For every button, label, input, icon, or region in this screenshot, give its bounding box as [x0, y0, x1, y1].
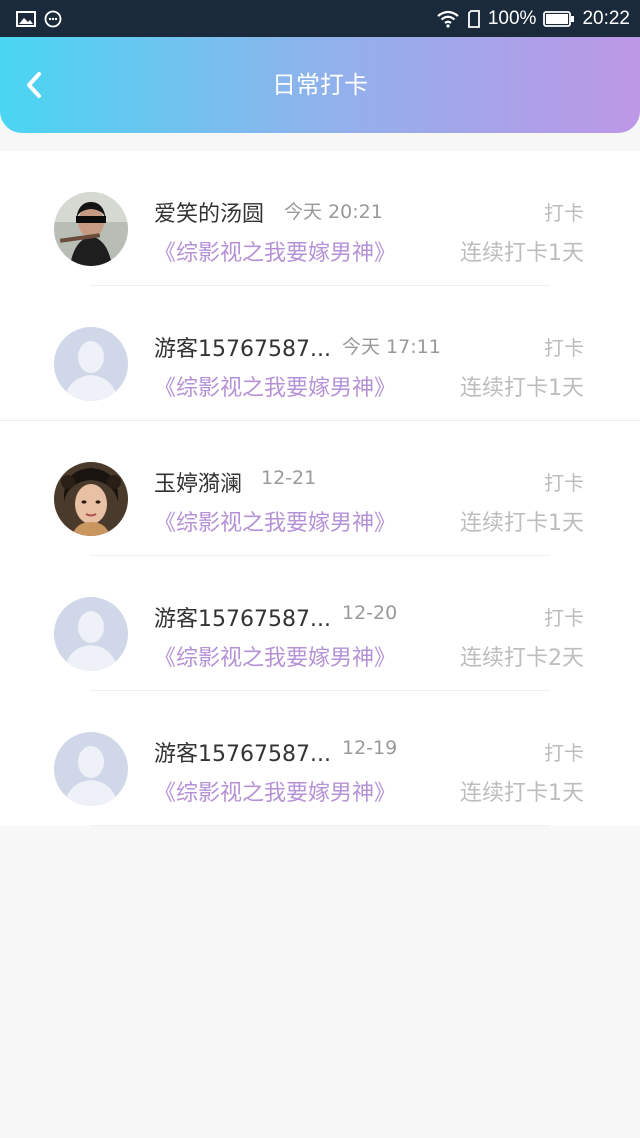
user-name: 游客15767587...: [154, 337, 331, 362]
chevron-left-icon: [27, 72, 41, 98]
battery-icon: [543, 10, 575, 27]
book-title-link[interactable]: 《综影视之我要嫁男神》: [154, 640, 396, 672]
user-name: 爱笑的汤圆: [154, 202, 265, 227]
checkin-time: 12-20: [342, 602, 398, 624]
streak-count: 连续打卡1天: [460, 781, 584, 806]
user-name: 游客15767587...: [154, 742, 331, 767]
user-name: 游客15767587...: [154, 607, 331, 632]
book-title-link[interactable]: 《综影视之我要嫁男神》: [154, 775, 396, 807]
streak-count: 连续打卡2天: [460, 646, 584, 671]
divider: [90, 825, 550, 826]
avatar[interactable]: [54, 462, 128, 536]
list-item[interactable]: 玉婷漪澜 12-21 《综影视之我要嫁男神》 打卡 连续打卡1天: [0, 421, 640, 556]
checkin-time: 今天 17:11: [342, 336, 441, 358]
checkin-tag: 打卡: [544, 606, 584, 630]
streak-count: 连续打卡1天: [460, 511, 584, 536]
book-title-link[interactable]: 《综影视之我要嫁男神》: [154, 505, 396, 537]
list-item[interactable]: 游客15767587... 今天 17:11 《综影视之我要嫁男神》 打卡 连续…: [0, 286, 640, 421]
checkin-time: 12-19: [342, 737, 398, 759]
list-item[interactable]: 爱笑的汤圆 今天 20:21 《综影视之我要嫁男神》 打卡 连续打卡1天: [0, 151, 640, 286]
back-button[interactable]: [18, 67, 50, 103]
book-title-link[interactable]: 《综影视之我要嫁男神》: [154, 235, 396, 267]
checkin-time: 今天 20:21: [284, 201, 383, 223]
battery-percent: 100%: [487, 7, 537, 29]
image-icon: [16, 10, 36, 27]
checkin-list: 爱笑的汤圆 今天 20:21 《综影视之我要嫁男神》 打卡 连续打卡1天 游客1…: [0, 151, 640, 826]
status-bar: 100% 20:22: [0, 0, 640, 37]
chat-icon: [44, 10, 62, 28]
checkin-tag: 打卡: [544, 741, 584, 765]
page-title: 日常打卡: [272, 71, 368, 99]
default-avatar[interactable]: [54, 732, 128, 806]
checkin-tag: 打卡: [544, 471, 584, 495]
list-item[interactable]: 游客15767587... 12-19 《综影视之我要嫁男神》 打卡 连续打卡1…: [0, 691, 640, 826]
streak-count: 连续打卡1天: [460, 376, 584, 401]
default-avatar[interactable]: [54, 327, 128, 401]
checkin-tag: 打卡: [544, 201, 584, 225]
list-item[interactable]: 游客15767587... 12-20 《综影视之我要嫁男神》 打卡 连续打卡2…: [0, 556, 640, 691]
user-name: 玉婷漪澜: [154, 472, 243, 497]
avatar[interactable]: [54, 192, 128, 266]
checkin-tag: 打卡: [544, 336, 584, 360]
clock: 20:22: [582, 7, 630, 29]
sim-icon: [467, 9, 481, 28]
streak-count: 连续打卡1天: [460, 241, 584, 266]
book-title-link[interactable]: 《综影视之我要嫁男神》: [154, 370, 396, 402]
wifi-icon: [436, 10, 460, 28]
default-avatar[interactable]: [54, 597, 128, 671]
checkin-time: 12-21: [261, 467, 317, 489]
app-header: 日常打卡: [0, 37, 640, 133]
